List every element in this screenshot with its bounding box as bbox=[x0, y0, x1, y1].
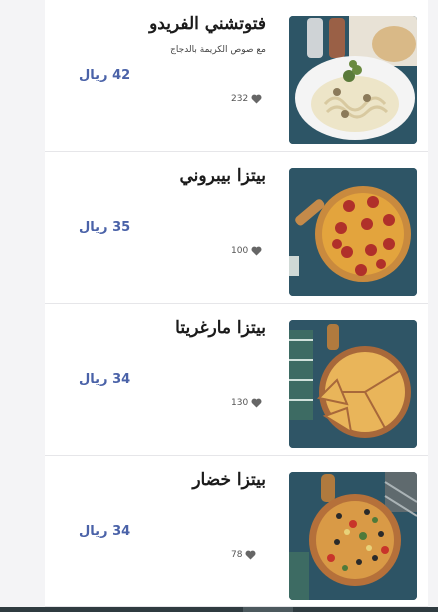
item-price: 42 ريال bbox=[79, 68, 131, 83]
item-title: بيتزا بيبروني bbox=[179, 166, 267, 186]
likes-count[interactable]: 130 bbox=[231, 398, 262, 408]
food-image-veggie-pizza[interactable] bbox=[289, 472, 417, 600]
likes-count[interactable]: 78 bbox=[231, 550, 256, 560]
item-title: فتوتشني الفريدو bbox=[149, 14, 266, 34]
heart-icon[interactable] bbox=[251, 398, 262, 408]
menu-item-card[interactable]: بيتزا مارغريتا 34 ريال 130 bbox=[45, 304, 428, 456]
food-image-fettuccine[interactable] bbox=[289, 16, 417, 144]
item-title: بيتزا خضار bbox=[192, 470, 266, 490]
likes-number: 130 bbox=[231, 398, 249, 408]
item-price: 35 ريال bbox=[79, 220, 131, 235]
menu-list: فتوتشني الفريدو مع صوص الكريمة بالدجاج 4… bbox=[45, 0, 428, 607]
likes-number: 232 bbox=[231, 94, 249, 104]
heart-icon[interactable] bbox=[245, 550, 256, 560]
heart-icon[interactable] bbox=[251, 94, 262, 104]
likes-count[interactable]: 232 bbox=[231, 94, 262, 104]
menu-item-card[interactable]: فتوتشني الفريدو مع صوص الكريمة بالدجاج 4… bbox=[45, 0, 428, 152]
item-title: بيتزا مارغريتا bbox=[175, 318, 266, 338]
likes-number: 100 bbox=[231, 246, 249, 256]
menu-item-card[interactable]: بيتزا خضار 34 ريال 78 bbox=[45, 456, 428, 607]
item-price: 34 ريال bbox=[79, 372, 131, 387]
scrollbar-thumb[interactable] bbox=[243, 607, 293, 612]
food-image-margherita-pizza[interactable] bbox=[289, 320, 417, 448]
bottom-scrollbar[interactable] bbox=[0, 607, 438, 612]
item-price: 34 ريال bbox=[79, 524, 131, 539]
food-image-pepperoni-pizza[interactable] bbox=[289, 168, 417, 296]
heart-icon[interactable] bbox=[251, 246, 262, 256]
menu-item-card[interactable]: بيتزا بيبروني 35 ريال 100 bbox=[45, 152, 428, 304]
likes-number: 78 bbox=[231, 550, 243, 560]
item-description: مع صوص الكريمة بالدجاج bbox=[170, 45, 266, 55]
likes-count[interactable]: 100 bbox=[231, 246, 262, 256]
